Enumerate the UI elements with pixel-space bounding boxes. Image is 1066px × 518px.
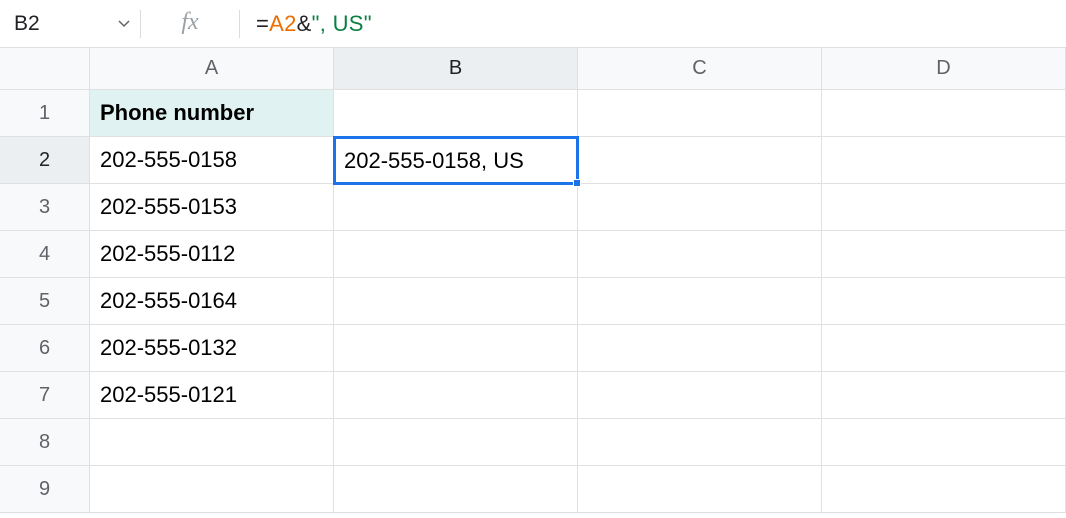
row-header-2[interactable]: 2	[0, 137, 90, 184]
cell-A1[interactable]: Phone number	[90, 90, 334, 137]
cell-A7[interactable]: 202-555-0121	[90, 372, 334, 419]
formula-token-eq: =	[256, 11, 269, 37]
cell-C9[interactable]	[578, 466, 822, 513]
cell-D9[interactable]	[822, 466, 1066, 513]
cell-C8[interactable]	[578, 419, 822, 466]
cell-A4[interactable]: 202-555-0112	[90, 231, 334, 278]
row-header-4[interactable]: 4	[0, 231, 90, 278]
column-header-B[interactable]: B	[334, 48, 578, 90]
cell-C2[interactable]	[578, 137, 822, 184]
name-box-dropdown-icon[interactable]	[118, 20, 130, 28]
cell-D2[interactable]	[822, 137, 1066, 184]
cell-B8[interactable]	[334, 419, 578, 466]
cell-C6[interactable]	[578, 325, 822, 372]
cell-A6[interactable]: 202-555-0132	[90, 325, 334, 372]
formula-bar: B2 fx = A2 & " , US "	[0, 0, 1066, 48]
column-header-D[interactable]: D	[822, 48, 1066, 90]
cell-B7[interactable]	[334, 372, 578, 419]
row-header-8[interactable]: 8	[0, 419, 90, 466]
spreadsheet-grid[interactable]: ABCD1Phone number2202-555-0158202-555-01…	[0, 48, 1066, 513]
cell-C7[interactable]	[578, 372, 822, 419]
cell-C1[interactable]	[578, 90, 822, 137]
name-box[interactable]: B2	[0, 12, 140, 36]
cell-A3[interactable]: 202-555-0153	[90, 184, 334, 231]
column-header-A[interactable]: A	[90, 48, 334, 90]
cell-C3[interactable]	[578, 184, 822, 231]
cell-B6[interactable]	[334, 325, 578, 372]
cell-B1[interactable]	[334, 90, 578, 137]
row-header-5[interactable]: 5	[0, 278, 90, 325]
cell-D7[interactable]	[822, 372, 1066, 419]
fx-icon[interactable]: fx	[141, 9, 239, 39]
cell-B9[interactable]	[334, 466, 578, 513]
column-header-C[interactable]: C	[578, 48, 822, 90]
cell-A5[interactable]: 202-555-0164	[90, 278, 334, 325]
row-header-7[interactable]: 7	[0, 372, 90, 419]
row-header-6[interactable]: 6	[0, 325, 90, 372]
formula-token-quote: "	[312, 11, 320, 37]
select-all-corner[interactable]	[0, 48, 90, 90]
cell-D6[interactable]	[822, 325, 1066, 372]
cell-B5[interactable]	[334, 278, 578, 325]
formula-input[interactable]: = A2 & " , US "	[240, 11, 1066, 37]
cell-B4[interactable]	[334, 231, 578, 278]
name-box-value: B2	[14, 12, 40, 36]
cell-D1[interactable]	[822, 90, 1066, 137]
cell-A8[interactable]	[90, 419, 334, 466]
fill-handle[interactable]	[573, 179, 581, 187]
row-header-3[interactable]: 3	[0, 184, 90, 231]
cell-C5[interactable]	[578, 278, 822, 325]
cell-D4[interactable]	[822, 231, 1066, 278]
formula-token-str: , US	[320, 11, 364, 37]
row-header-9[interactable]: 9	[0, 466, 90, 513]
cell-D8[interactable]	[822, 419, 1066, 466]
row-header-1[interactable]: 1	[0, 90, 90, 137]
cell-D5[interactable]	[822, 278, 1066, 325]
formula-token-ref: A2	[269, 11, 297, 37]
cell-A9[interactable]	[90, 466, 334, 513]
cell-D3[interactable]	[822, 184, 1066, 231]
cell-C4[interactable]	[578, 231, 822, 278]
cell-B3[interactable]	[334, 184, 578, 231]
formula-token-quote: "	[364, 11, 372, 37]
formula-token-op: &	[297, 11, 312, 37]
cell-B2[interactable]: 202-555-0158, US	[333, 136, 579, 185]
cell-A2[interactable]: 202-555-0158	[90, 137, 334, 184]
